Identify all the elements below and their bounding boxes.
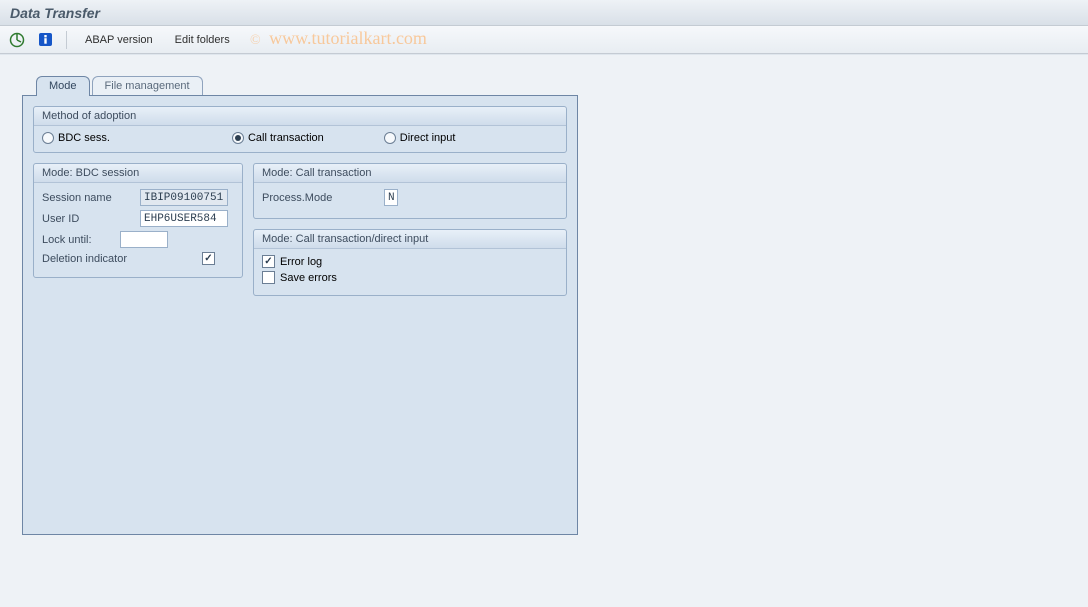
radio-icon	[232, 132, 244, 144]
group-method-of-adoption: Method of adoption BDC sess. Call transa…	[33, 106, 567, 153]
label-session-name: Session name	[42, 192, 134, 204]
group-title-ctdi: Mode: Call transaction/direct input	[254, 230, 566, 249]
group-call-transaction-direct-input: Mode: Call transaction/direct input Erro…	[253, 229, 567, 296]
execute-icon[interactable]	[8, 31, 26, 49]
tab-panel-mode: Method of adoption BDC sess. Call transa…	[22, 95, 578, 535]
user-id-input[interactable]	[140, 210, 228, 227]
radio-icon	[42, 132, 54, 144]
tab-file-management[interactable]: File management	[92, 76, 203, 96]
tab-mode[interactable]: Mode	[36, 76, 90, 96]
label-deletion-indicator: Deletion indicator	[42, 253, 164, 265]
radio-icon	[384, 132, 396, 144]
label-process-mode: Process.Mode	[262, 192, 378, 204]
lock-until-input[interactable]	[120, 231, 168, 248]
toolbar: ABAP version Edit folders © www.tutorial…	[0, 26, 1088, 54]
page-title: Data Transfer	[10, 5, 100, 21]
watermark: © www.tutorialkart.com	[250, 28, 427, 49]
row-user-id: User ID	[42, 210, 234, 227]
row-session-name: Session name	[42, 189, 234, 206]
checkbox-error-log[interactable]: Error log	[262, 255, 558, 268]
radio-call-transaction[interactable]: Call transaction	[232, 132, 324, 144]
group-title-method: Method of adoption	[34, 107, 566, 126]
tabstrip: Mode File management	[36, 73, 1066, 95]
radio-label-bdc: BDC sess.	[58, 132, 110, 144]
radio-direct-input[interactable]: Direct input	[384, 132, 456, 144]
deletion-indicator-checkbox[interactable]	[202, 252, 215, 265]
group-title-calltx: Mode: Call transaction	[254, 164, 566, 183]
watermark-text: www.tutorialkart.com	[269, 28, 427, 48]
group-call-transaction: Mode: Call transaction Process.Mode	[253, 163, 567, 219]
checkbox-save-errors[interactable]: Save errors	[262, 271, 558, 284]
process-mode-input[interactable]	[384, 189, 398, 206]
radio-bdc-sess[interactable]: BDC sess.	[42, 132, 110, 144]
label-user-id: User ID	[42, 213, 134, 225]
checkbox-icon	[262, 271, 275, 284]
group-bdc-session: Mode: BDC session Session name User ID L…	[33, 163, 243, 278]
toolbar-separator	[66, 31, 67, 49]
row-deletion-indicator: Deletion indicator	[42, 252, 234, 265]
session-name-input[interactable]	[140, 189, 228, 206]
label-lock-until: Lock until:	[42, 234, 114, 246]
watermark-copy: ©	[250, 33, 261, 48]
row-process-mode: Process.Mode	[262, 189, 558, 206]
row-lock-until: Lock until:	[42, 231, 234, 248]
label-save-errors: Save errors	[280, 272, 337, 284]
group-title-bdc: Mode: BDC session	[34, 164, 242, 183]
label-error-log: Error log	[280, 256, 322, 268]
abap-version-menu[interactable]: ABAP version	[79, 32, 159, 48]
radio-label-calltx: Call transaction	[248, 132, 324, 144]
edit-folders-menu[interactable]: Edit folders	[169, 32, 236, 48]
radio-row-method: BDC sess. Call transaction Direct input	[42, 132, 558, 144]
workarea: Mode File management Method of adoption …	[0, 54, 1088, 607]
radio-label-direct: Direct input	[400, 132, 456, 144]
titlebar: Data Transfer	[0, 0, 1088, 26]
columns: Mode: BDC session Session name User ID L…	[33, 163, 567, 306]
info-icon[interactable]	[36, 31, 54, 49]
checkbox-icon	[262, 255, 275, 268]
